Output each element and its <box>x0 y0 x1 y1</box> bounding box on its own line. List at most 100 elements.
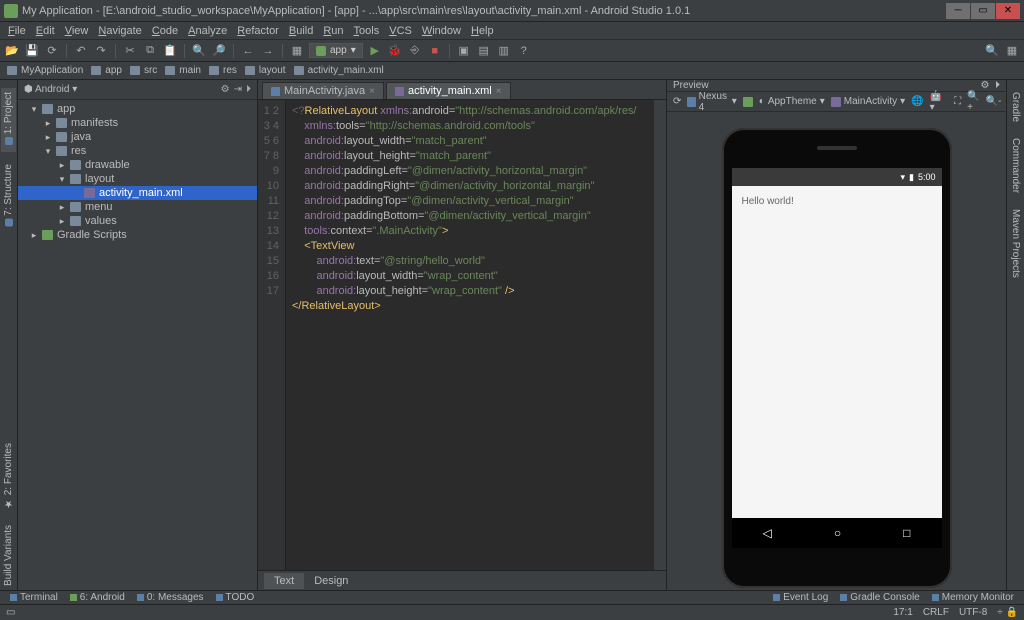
open-icon[interactable]: 📂 <box>4 43 20 59</box>
toolwin-gradle-console[interactable]: Gradle Console <box>834 592 925 603</box>
code-area[interactable]: <?RelativeLayout xmlns:android="http://s… <box>286 100 654 570</box>
preview-android-icon[interactable]: 🤖 ▾ <box>930 91 942 113</box>
crumb-0[interactable]: MyApplication <box>4 65 86 76</box>
editor-tab-0[interactable]: MainActivity.java × <box>262 82 384 99</box>
preview-zoom-in-icon[interactable]: 🔍+ <box>967 91 979 113</box>
sdk-icon[interactable]: ▣ <box>456 43 472 59</box>
window-minimize[interactable]: ─ <box>946 3 970 19</box>
menu-vcs[interactable]: VCS <box>385 25 416 37</box>
menu-help[interactable]: Help <box>467 25 498 37</box>
menu-window[interactable]: Window <box>418 25 465 37</box>
preview-refresh-icon[interactable]: ⟳ <box>673 96 681 107</box>
run-icon[interactable]: ▶ <box>367 43 383 59</box>
close-icon[interactable]: × <box>369 86 375 97</box>
preview-activity-selector[interactable]: MainActivity ▾ <box>831 96 905 107</box>
preview-device-selector[interactable]: Nexus 4 ▾ <box>687 91 736 113</box>
redo-icon[interactable]: ↷ <box>93 43 109 59</box>
toolwin-messages[interactable]: 0: Messages <box>131 592 210 603</box>
avd-manager-icon[interactable]: ▤ <box>476 43 492 59</box>
tree-node-app[interactable]: ▾app <box>18 102 257 116</box>
ddms-icon[interactable]: ▥ <box>496 43 512 59</box>
toolwin-todo[interactable]: TODO <box>210 592 261 603</box>
nav-recent-icon: □ <box>903 526 910 540</box>
project-collapse-icon[interactable]: ⇥ <box>234 84 242 95</box>
tree-node-res[interactable]: ▾res <box>18 144 257 158</box>
debug-icon[interactable]: 🐞 <box>387 43 403 59</box>
project-view-selector[interactable]: ⬢ Android ▾ <box>24 84 77 95</box>
menu-build[interactable]: Build <box>285 25 317 37</box>
replace-icon[interactable]: 🔎 <box>211 43 227 59</box>
editor-tab-1[interactable]: activity_main.xml × <box>386 82 511 99</box>
editor-tabs: MainActivity.java ×activity_main.xml × <box>258 80 666 100</box>
toolwin-android[interactable]: 6: Android <box>64 592 131 603</box>
tree-node-layout[interactable]: ▾layout <box>18 172 257 186</box>
tree-node-gradle[interactable]: ▸Gradle Scripts <box>18 228 257 242</box>
titlebar: My Application - [E:\android_studio_work… <box>0 0 1024 22</box>
window-maximize[interactable]: ▭ <box>971 3 995 19</box>
preview-zoom-out-icon[interactable]: 🔍- <box>986 96 1002 107</box>
menu-view[interactable]: View <box>61 25 93 37</box>
tab-design[interactable]: Design <box>304 573 358 589</box>
right-tab-commander[interactable]: Commander <box>1008 134 1023 197</box>
tree-node-java[interactable]: ▸java <box>18 130 257 144</box>
crumb-4[interactable]: res <box>206 65 240 76</box>
tree-node-values[interactable]: ▸values <box>18 214 257 228</box>
forward-icon[interactable]: → <box>260 43 276 59</box>
back-icon[interactable]: ← <box>240 43 256 59</box>
project-hide-icon[interactable]: ⏵ <box>246 84 251 95</box>
toolwin-memory[interactable]: Memory Monitor <box>926 592 1020 603</box>
close-icon[interactable]: × <box>496 86 502 97</box>
attach-icon[interactable]: ⎆ <box>407 43 423 59</box>
menu-navigate[interactable]: Navigate <box>94 25 145 37</box>
search-everywhere-icon[interactable]: 🔍 <box>984 43 1000 59</box>
left-tab-project[interactable]: 1: Project <box>1 88 16 152</box>
right-tab-maven[interactable]: Maven Projects <box>1008 205 1023 282</box>
project-settings-icon[interactable]: ⚙ <box>221 84 230 95</box>
stop-icon[interactable]: ■ <box>427 43 443 59</box>
window-close[interactable]: ✕ <box>996 3 1020 19</box>
toolwin-eventlog[interactable]: Event Log <box>767 592 834 603</box>
preview-api-selector[interactable] <box>743 97 753 107</box>
tree-node-drawable[interactable]: ▸drawable <box>18 158 257 172</box>
file-encoding[interactable]: UTF-8 <box>959 607 987 618</box>
run-config-selector[interactable]: app ▾ <box>309 43 363 58</box>
menu-code[interactable]: Code <box>148 25 182 37</box>
preview-zoom-fit-icon[interactable]: ⛶ <box>954 96 961 107</box>
tree-node-activity-main[interactable]: activity_main.xml <box>18 186 257 200</box>
left-tab-build-variants[interactable]: Build Variants <box>1 521 16 590</box>
tree-node-menu[interactable]: ▸menu <box>18 200 257 214</box>
preview-hide-icon[interactable]: ⏵ <box>995 80 1000 91</box>
cut-icon[interactable]: ✂ <box>122 43 138 59</box>
menu-refactor[interactable]: Refactor <box>233 25 283 37</box>
crumb-2[interactable]: src <box>127 65 160 76</box>
editor-scrollbar[interactable] <box>654 100 666 570</box>
preview-settings-icon[interactable]: ⚙ <box>980 80 989 91</box>
menu-run[interactable]: Run <box>319 25 347 37</box>
save-icon[interactable]: 💾 <box>24 43 40 59</box>
menu-edit[interactable]: Edit <box>32 25 59 37</box>
crumb-6[interactable]: activity_main.xml <box>291 65 387 76</box>
sync-icon[interactable]: ⟳ <box>44 43 60 59</box>
line-separator[interactable]: CRLF <box>923 607 949 618</box>
crumb-1[interactable]: app <box>88 65 125 76</box>
menu-tools[interactable]: Tools <box>350 25 384 37</box>
find-icon[interactable]: 🔍 <box>191 43 207 59</box>
avd-icon[interactable]: ▦ <box>289 43 305 59</box>
crumb-3[interactable]: main <box>162 65 204 76</box>
menu-file[interactable]: File <box>4 25 30 37</box>
menu-analyze[interactable]: Analyze <box>184 25 231 37</box>
tree-node-manifests[interactable]: ▸manifests <box>18 116 257 130</box>
right-tab-gradle[interactable]: Gradle <box>1008 88 1023 126</box>
paste-icon[interactable]: 📋 <box>162 43 178 59</box>
left-tab-favorites[interactable]: ★ 2: Favorites <box>1 439 16 513</box>
tab-text[interactable]: Text <box>264 573 304 589</box>
left-tab-structure[interactable]: 7: Structure <box>1 160 16 233</box>
help-icon[interactable]: ? <box>516 43 532 59</box>
undo-icon[interactable]: ↶ <box>73 43 89 59</box>
copy-icon[interactable]: ⧉ <box>142 43 158 59</box>
crumb-5[interactable]: layout <box>242 65 289 76</box>
project-structure-icon[interactable]: ▦ <box>1004 43 1020 59</box>
preview-locale-icon[interactable]: 🌐 <box>911 96 923 107</box>
toolwin-terminal[interactable]: Terminal <box>4 592 64 603</box>
preview-theme-selector[interactable]: ◐AppTheme ▾ <box>759 96 825 107</box>
